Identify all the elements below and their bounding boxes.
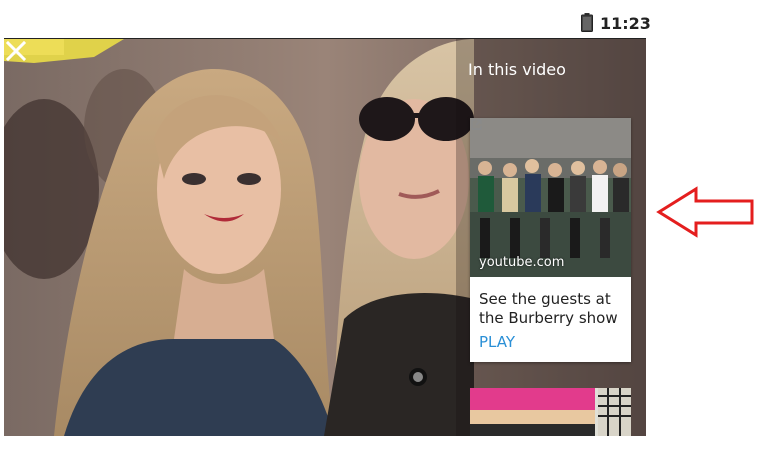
clock: 11:23: [600, 14, 651, 33]
battery-icon: [581, 13, 593, 32]
external-link-icon[interactable]: [470, 118, 483, 131]
play-button[interactable]: PLAY: [479, 333, 515, 351]
panel-title: In this video: [468, 60, 566, 79]
video-player[interactable]: In this video youtube.com See the guests…: [4, 38, 646, 436]
close-icon[interactable]: [4, 39, 28, 63]
video-card[interactable]: youtube.com See the guests at the Burber…: [470, 118, 631, 362]
card-thumbnail[interactable]: youtube.com: [470, 118, 631, 277]
arrow-annotation-icon: [656, 186, 754, 238]
card-title: See the guests at the Burberry show: [479, 290, 618, 327]
thumbnail-image: [470, 118, 631, 277]
next-card-thumbnail: [470, 388, 631, 436]
thumbnail-source: youtube.com: [479, 255, 565, 270]
status-bar: 11:23: [0, 0, 651, 36]
next-video-card[interactable]: [470, 388, 631, 436]
